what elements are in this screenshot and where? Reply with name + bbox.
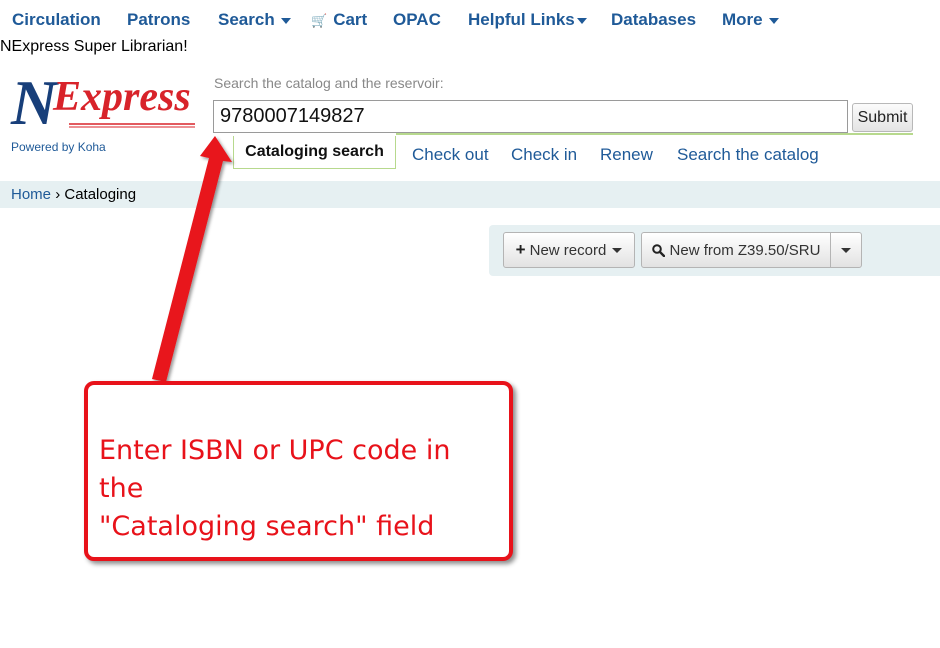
search-icon	[651, 243, 665, 257]
nav-search[interactable]: Search	[218, 10, 291, 30]
powered-by-koha[interactable]: Powered by Koha	[11, 140, 106, 154]
nav-more-label: More	[722, 10, 763, 29]
nav-search-label: Search	[218, 10, 275, 29]
breadcrumb-bar	[0, 181, 940, 208]
breadcrumb-home[interactable]: Home	[11, 186, 51, 203]
tabs-divider	[396, 133, 913, 135]
welcome-message: NExpress Super Librarian!	[0, 38, 188, 55]
new-record-label: New record	[529, 241, 607, 259]
arrow-icon	[152, 136, 232, 382]
tab-renew[interactable]: Renew	[600, 145, 653, 165]
annotation-text: Enter ISBN or UPC code in the "Catalogin…	[99, 432, 499, 546]
z3950-dropdown-toggle[interactable]	[830, 232, 862, 268]
breadcrumb-separator: ›	[55, 186, 61, 203]
nav-helpful-links[interactable]: Helpful Links	[468, 10, 587, 30]
chevron-down-icon	[576, 17, 587, 24]
tab-check-out[interactable]: Check out	[412, 145, 489, 165]
new-record-button[interactable]: + New record	[503, 232, 635, 268]
nav-cart-label: Cart	[333, 10, 368, 29]
new-from-z3950-button[interactable]: New from Z39.50/SRU	[641, 232, 831, 268]
top-navigation: Circulation Patrons Search 🛒 Cart OPAC He…	[0, 0, 940, 38]
chevron-down-icon	[768, 17, 779, 24]
nav-patrons[interactable]: Patrons	[127, 10, 190, 30]
cart-icon: 🛒	[311, 13, 328, 28]
tab-search-catalog[interactable]: Search the catalog	[677, 145, 819, 165]
plus-icon: +	[515, 240, 526, 259]
chevron-down-icon	[841, 247, 851, 253]
chevron-down-icon	[280, 17, 291, 24]
search-label: Search the catalog and the reservoir:	[214, 75, 444, 91]
new-from-z3950-label: New from Z39.50/SRU	[669, 241, 821, 259]
annotation-line-1: Enter ISBN or UPC code in the	[99, 435, 451, 504]
nav-more[interactable]: More	[722, 10, 779, 30]
cataloging-search-input[interactable]	[213, 100, 848, 133]
breadcrumb-current: Cataloging	[64, 186, 137, 203]
chevron-down-icon	[612, 247, 623, 253]
nav-cart[interactable]: 🛒 Cart	[311, 10, 367, 30]
breadcrumb: Home › Cataloging	[11, 186, 136, 203]
logo-express: Express	[52, 74, 191, 120]
nexpress-logo[interactable]: N Express	[9, 66, 201, 136]
tab-cataloging-search[interactable]: Cataloging search	[233, 136, 396, 169]
nav-circulation[interactable]: Circulation	[12, 10, 101, 30]
submit-button[interactable]: Submit	[852, 103, 913, 132]
annotation-line-2: "Cataloging search" field	[99, 511, 435, 542]
nav-databases[interactable]: Databases	[611, 10, 696, 30]
tab-check-in[interactable]: Check in	[511, 145, 577, 165]
nav-helpful-links-label: Helpful Links	[468, 10, 575, 29]
nav-opac[interactable]: OPAC	[393, 10, 441, 30]
